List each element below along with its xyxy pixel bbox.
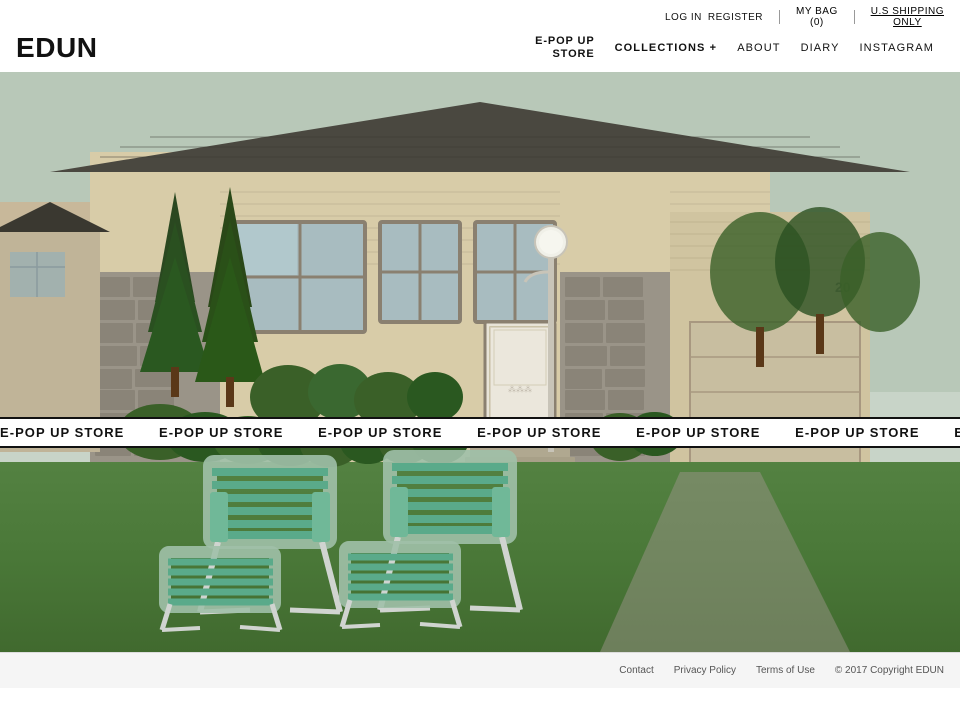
divider xyxy=(779,10,780,24)
auth-links: LOG IN REGISTER xyxy=(665,12,763,23)
nav-collections[interactable]: COLLECTIONS + xyxy=(605,42,728,54)
epop-line1: E-POP UP xyxy=(535,35,594,48)
footer-contact[interactable]: Contact xyxy=(619,665,653,676)
epop-line2: STORE xyxy=(552,48,594,61)
footer-terms[interactable]: Terms of Use xyxy=(756,665,815,676)
login-link[interactable]: LOG IN xyxy=(665,12,702,23)
shipping-line1: U.S SHIPPING xyxy=(871,6,944,17)
nav-epopup[interactable]: E-POP UP STORE xyxy=(535,35,594,61)
shipping-line2: ONLY xyxy=(893,17,922,28)
nav-diary[interactable]: DIARY xyxy=(791,42,850,54)
mybag-label: MY BAG xyxy=(796,6,838,17)
nav-instagram[interactable]: INSTAGRAM xyxy=(850,42,944,54)
site-logo[interactable]: EDUN xyxy=(16,32,98,64)
login-label: LOG IN xyxy=(665,12,702,23)
footer-copyright: © 2017 Copyright EDUN xyxy=(835,665,944,676)
site-header: EDUN E-POP UP STORE COLLECTIONS + ABOUT … xyxy=(0,32,960,72)
site-footer: Contact Privacy Policy Terms of Use © 20… xyxy=(0,652,960,688)
ticker-text: E-POP UP STORE E-POP UP STORE E-POP UP S… xyxy=(0,425,960,440)
mybag: MY BAG (0) xyxy=(796,6,838,28)
shipping-info: U.S SHIPPING ONLY xyxy=(871,6,944,28)
divider2 xyxy=(854,10,855,24)
main-nav: E-POP UP STORE COLLECTIONS + ABOUT DIARY… xyxy=(535,35,944,61)
svg-text:⁂⁂⁂: ⁂⁂⁂ xyxy=(508,385,532,394)
ticker-strip: E-POP UP STORE E-POP UP STORE E-POP UP S… xyxy=(0,417,960,448)
top-bar: LOG IN REGISTER MY BAG (0) U.S SHIPPING … xyxy=(0,0,960,32)
hero-image: ⁂⁂⁂ 20 xyxy=(0,72,960,652)
mybag-count: (0) xyxy=(810,17,824,28)
footer-privacy[interactable]: Privacy Policy xyxy=(674,665,736,676)
nav-about[interactable]: ABOUT xyxy=(727,42,790,54)
hero-svg: ⁂⁂⁂ 20 xyxy=(0,72,960,652)
register-link[interactable]: REGISTER xyxy=(708,12,763,23)
